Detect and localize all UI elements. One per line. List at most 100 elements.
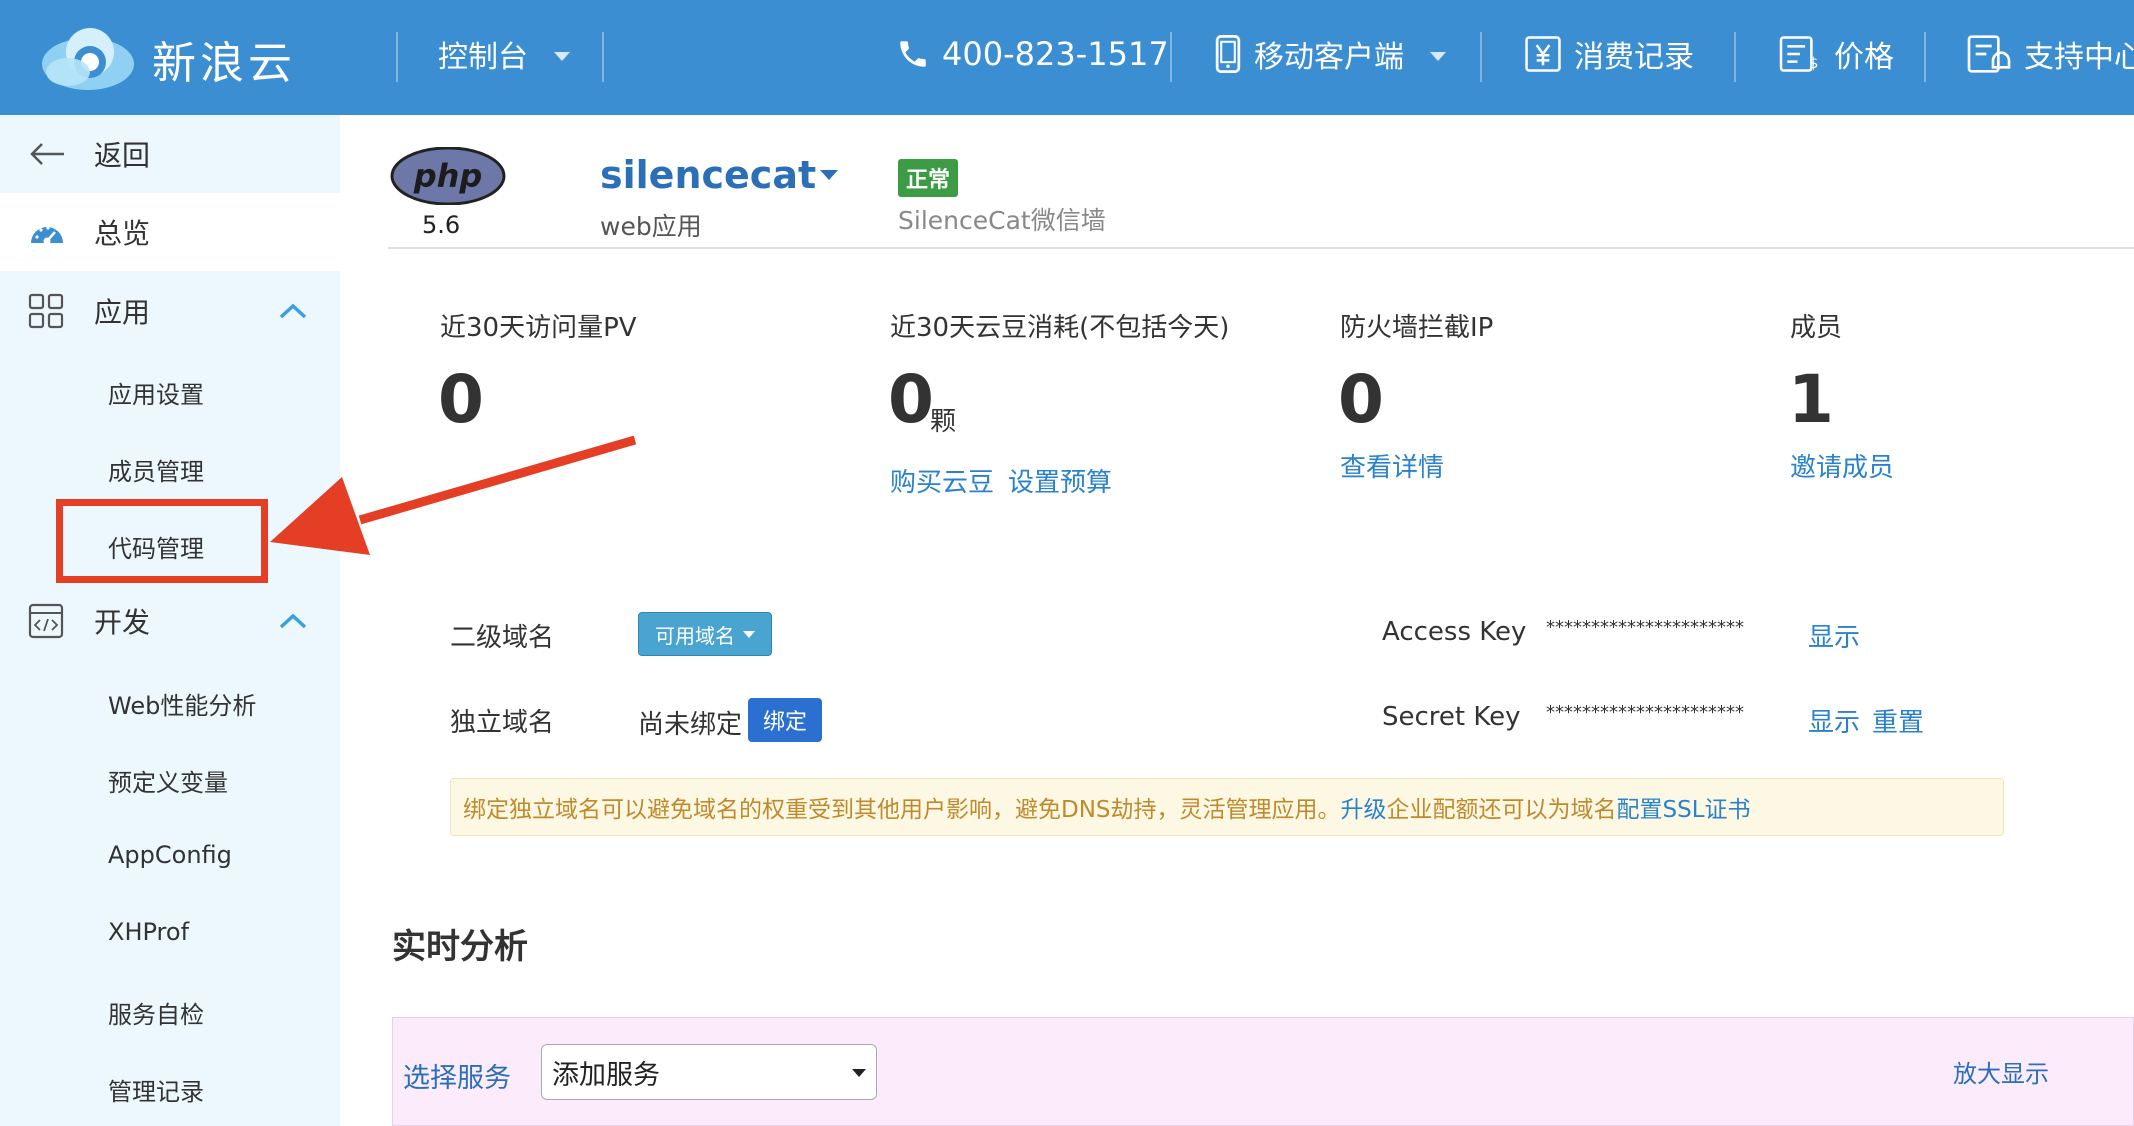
realtime-analysis-title: 实时分析 <box>392 927 528 967</box>
notice-text: 绑定独立域名可以避免域名的权重受到其他用户影响，避免DNS劫持，灵活管理应用。 <box>463 797 1341 823</box>
price-label: 价格 <box>1834 40 1894 75</box>
service-selector-bar: 选择服务 添加服务 放大显示 <box>392 1017 2134 1126</box>
sidebar-section-app[interactable]: 应用 <box>0 271 340 351</box>
phone-number: 400-823-1517 <box>942 35 1169 73</box>
grid-apps-icon <box>28 293 64 329</box>
secret-key-reset-link[interactable]: 重置 <box>1872 702 1924 739</box>
annotation-highlight-box <box>56 499 268 583</box>
sidebar-item-management-log[interactable]: 管理记录 <box>108 1072 204 1107</box>
top-navbar: 新浪云 控制台 400-823-1517 移动客户端 消费记录 $ 价格 支持中… <box>0 0 2134 115</box>
console-label: 控制台 <box>438 40 528 75</box>
phone-icon <box>900 41 926 67</box>
app-name: silencecat <box>600 153 817 197</box>
sidebar-item-appconfig[interactable]: AppConfig <box>108 841 232 869</box>
chevron-down-icon <box>743 630 755 638</box>
svg-text:$: $ <box>1809 54 1819 72</box>
stat-label-beans: 近30天云豆消耗(不包括今天) <box>890 313 1230 343</box>
mobile-client-menu[interactable]: 移动客户端 <box>1214 30 1446 78</box>
notice-text-mid: 企业配额还可以为域名 <box>1386 797 1617 823</box>
sidebar-item-xhprof[interactable]: XHProf <box>108 918 189 946</box>
chevron-down-icon <box>554 51 570 61</box>
runtime-logo-text: php <box>413 157 483 195</box>
arrow-left-icon <box>30 143 64 165</box>
custom-domain-value: 尚未绑定 <box>638 710 743 740</box>
status-badge: 正常 <box>898 159 959 197</box>
cloud-logo-icon <box>42 28 134 90</box>
code-window-icon <box>28 603 64 639</box>
domain-binding-notice: 绑定独立域名可以避免域名的权重受到其他用户影响，避免DNS劫持，灵活管理应用。 … <box>450 778 2004 836</box>
second-level-domain-label: 二级域名 <box>450 623 555 653</box>
stat-label-firewall: 防火墙拦截IP <box>1340 313 1494 343</box>
access-key-value: ********************** <box>1546 617 1744 638</box>
app-type: web应用 <box>600 212 702 241</box>
divider <box>1924 32 1926 82</box>
select-service-label: 选择服务 <box>403 1063 511 1094</box>
buy-beans-link[interactable]: 购买云豆 <box>890 462 994 499</box>
dashboard-gauge-icon <box>31 226 63 245</box>
available-domains-label: 可用域名 <box>655 623 735 648</box>
stat-label-pv: 近30天访问量PV <box>440 313 637 343</box>
price-link[interactable]: $ 价格 <box>1778 30 1894 78</box>
brand-logo[interactable]: 新浪云 <box>38 20 338 98</box>
chevron-up-icon <box>279 303 307 319</box>
sidebar-section-dev[interactable]: 开发 <box>0 581 340 661</box>
sidebar-item-service-check[interactable]: 服务自检 <box>108 995 204 1030</box>
divider <box>602 32 604 82</box>
sidebar-item-app-settings[interactable]: 应用设置 <box>108 375 204 410</box>
bind-domain-button[interactable]: 绑定 <box>748 698 822 742</box>
stat-label-members: 成员 <box>1790 313 1843 343</box>
main-content: php 5.6 silencecat web应用 正常 SilenceCat微信… <box>340 115 2134 1126</box>
sidebar-item-predefined-variables[interactable]: 预定义变量 <box>108 763 228 798</box>
view-details-link[interactable]: 查看详情 <box>1340 447 1444 484</box>
sidebar-item-web-performance[interactable]: Web性能分析 <box>108 686 256 721</box>
available-domains-button[interactable]: 可用域名 <box>638 612 772 656</box>
sidebar: 返回 总览 应用 应用设置 成员管理 代码管理 开发 Web性能分析 预定义变量… <box>0 115 340 1126</box>
add-service-select[interactable]: 添加服务 <box>541 1044 877 1100</box>
support-link[interactable]: 支持中心 <box>1966 30 2134 78</box>
runtime-version: 5.6 <box>422 211 461 239</box>
billing-label: 消费记录 <box>1574 40 1694 75</box>
billing-yen-icon <box>1525 36 1561 72</box>
stat-value-pv: 0 <box>438 361 484 438</box>
sidebar-section-label: 应用 <box>94 296 151 329</box>
enlarge-display-link[interactable]: 放大显示 <box>1953 1054 2049 1089</box>
header-underline <box>388 247 2134 249</box>
add-service-value: 添加服务 <box>552 1059 660 1091</box>
stat-value-firewall: 0 <box>1338 361 1384 438</box>
chevron-up-icon <box>279 613 307 629</box>
phone-link[interactable]: 400-823-1517 <box>896 30 1169 78</box>
divider <box>1170 32 1172 82</box>
app-name-dropdown[interactable]: silencecat <box>600 153 839 197</box>
mobile-client-label: 移动客户端 <box>1254 40 1404 75</box>
sidebar-item-back[interactable]: 返回 <box>0 115 340 193</box>
secret-key-value: ********************** <box>1546 702 1744 723</box>
upgrade-link[interactable]: 升级 <box>1341 790 1387 824</box>
divider <box>1480 32 1482 82</box>
status-badge-text: 正常 <box>898 159 959 197</box>
access-key-show-link[interactable]: 显示 <box>1808 617 1860 654</box>
chevron-down-icon <box>1430 51 1446 61</box>
custom-domain-label: 独立域名 <box>450 708 555 738</box>
sidebar-item-member-management[interactable]: 成员管理 <box>108 452 204 487</box>
secret-key-show-link[interactable]: 显示 <box>1808 702 1860 739</box>
divider <box>396 32 398 82</box>
mobile-phone-icon <box>1215 35 1241 73</box>
invite-member-link[interactable]: 邀请成员 <box>1790 447 1894 484</box>
sidebar-item-label: 总览 <box>94 217 151 250</box>
support-label: 支持中心 <box>2024 40 2134 75</box>
support-icon <box>1967 35 2011 73</box>
access-key-label: Access Key <box>1382 617 1527 647</box>
stat-unit-beans: 颗 <box>930 407 957 437</box>
secret-key-label: Secret Key <box>1382 702 1521 732</box>
chevron-down-icon <box>852 1069 866 1077</box>
console-menu[interactable]: 控制台 <box>438 30 570 78</box>
sidebar-item-overview[interactable]: 总览 <box>0 193 340 271</box>
php-runtime-logo: php <box>390 146 506 206</box>
set-budget-link[interactable]: 设置预算 <box>1008 462 1112 499</box>
billing-link[interactable]: 消费记录 <box>1524 30 1694 78</box>
stat-value-beans: 0 <box>888 361 934 438</box>
brand-name: 新浪云 <box>152 38 296 89</box>
ssl-config-link[interactable]: 配置SSL证书 <box>1617 790 1751 824</box>
stat-value-members: 1 <box>1788 361 1834 438</box>
divider <box>1734 32 1736 82</box>
